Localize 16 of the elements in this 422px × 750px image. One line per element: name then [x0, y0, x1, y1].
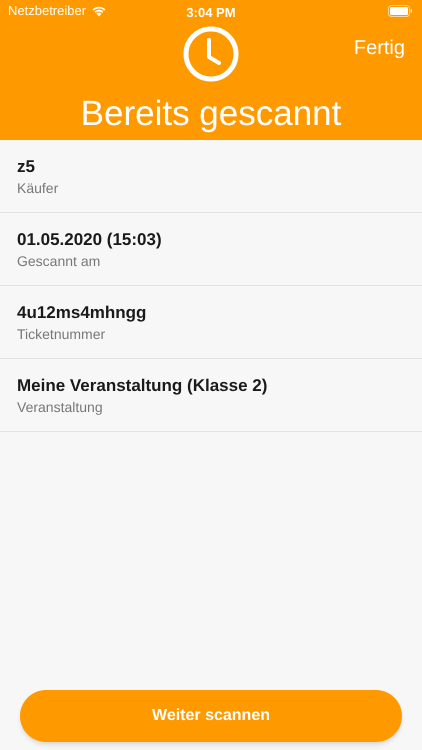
continue-scan-button[interactable]: Weiter scannen: [20, 690, 402, 742]
detail-label: Gescannt am: [17, 252, 102, 271]
detail-value: 4u12ms4mhngg: [17, 302, 148, 324]
battery-icon: [388, 5, 412, 17]
page-title: Bereits gescannt: [80, 93, 342, 135]
detail-value: Meine Veranstaltung (Klasse 2): [17, 375, 268, 397]
detail-label: Käufer: [17, 179, 60, 198]
done-button[interactable]: Fertig: [354, 33, 405, 63]
detail-label: Veranstaltung: [17, 398, 104, 417]
detail-value: 01.05.2020 (15:03): [17, 229, 163, 251]
clock-time: 3:04 PM: [186, 4, 236, 22]
detail-label: Ticketnummer: [17, 325, 106, 344]
detail-value: z5: [17, 156, 36, 178]
carrier-name: Netzbetreiber: [8, 2, 86, 20]
clock-icon: [183, 26, 239, 82]
wifi-icon: [91, 5, 108, 17]
